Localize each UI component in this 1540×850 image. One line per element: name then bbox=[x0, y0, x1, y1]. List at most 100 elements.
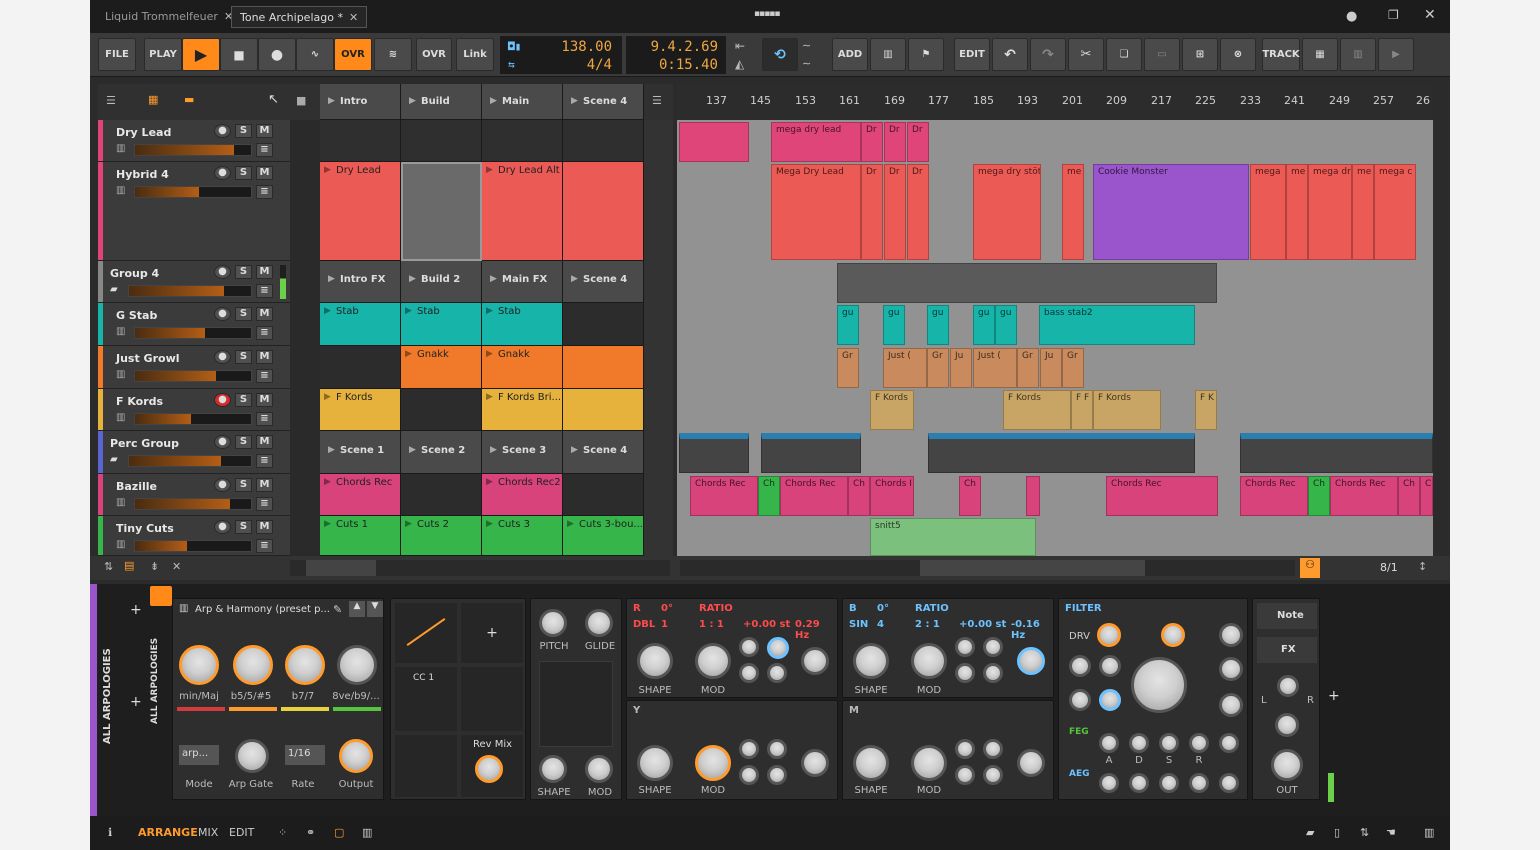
clip-stab[interactable]: Stab bbox=[401, 303, 482, 346]
small-knob[interactable] bbox=[739, 765, 759, 785]
arranger-clip[interactable]: gu bbox=[995, 305, 1017, 345]
arranger-clip[interactable]: Ch bbox=[959, 476, 981, 516]
cutoff-knob[interactable] bbox=[1131, 657, 1187, 713]
hz-value[interactable]: 0.29 Hz bbox=[795, 619, 837, 641]
width-knob[interactable] bbox=[1275, 713, 1299, 737]
arm-icon[interactable]: ● bbox=[214, 124, 231, 138]
level-knob[interactable] bbox=[1017, 749, 1045, 777]
timeline-ruler[interactable]: 137 145 153 161 169 177 185 193 201 209 … bbox=[677, 84, 1433, 120]
arm-icon[interactable]: ● bbox=[214, 478, 231, 492]
harmony-knob-2[interactable] bbox=[233, 645, 273, 685]
mute-button[interactable]: M bbox=[256, 520, 273, 534]
height-icon[interactable]: ↕ bbox=[1418, 560, 1427, 573]
group-clip-scene-3[interactable]: Scene 3 bbox=[482, 431, 563, 474]
clip-slot-selected[interactable] bbox=[401, 162, 482, 261]
clip-stab[interactable]: Stab bbox=[482, 303, 563, 346]
volume-meter[interactable] bbox=[134, 413, 252, 425]
arranger-clip[interactable]: F K bbox=[1195, 390, 1217, 430]
preset-name[interactable]: Arp & Harmony (preset p... bbox=[195, 604, 330, 615]
bars-icon[interactable]: ▥ bbox=[362, 826, 372, 839]
small-knob[interactable] bbox=[955, 637, 975, 657]
clip-overdub-button[interactable]: OVR bbox=[416, 38, 452, 71]
arrow-up-icon[interactable]: ▲ bbox=[349, 601, 365, 617]
group-clip-scene-4[interactable]: Scene 4 bbox=[563, 261, 644, 303]
ratio-value[interactable]: 2 : 1 bbox=[915, 619, 940, 630]
clip-slot-empty[interactable] bbox=[401, 120, 482, 162]
folder-icon[interactable]: ▰ bbox=[1306, 826, 1314, 839]
wrench-icon[interactable]: ✎ bbox=[333, 603, 342, 616]
volume-meter[interactable] bbox=[134, 327, 252, 339]
arranger-clip[interactable]: Gr bbox=[1017, 348, 1039, 388]
list-view-icon[interactable]: ▬ bbox=[184, 93, 194, 106]
stop-all-icon[interactable]: ■ bbox=[296, 94, 306, 107]
play-label-button[interactable]: PLAY bbox=[144, 38, 182, 71]
output-knob[interactable] bbox=[339, 739, 373, 773]
edit-button[interactable]: EDIT bbox=[954, 38, 990, 71]
clip-slot-empty[interactable] bbox=[482, 120, 563, 162]
arm-icon-active[interactable]: ● bbox=[214, 393, 231, 407]
clip-slot-empty[interactable] bbox=[401, 474, 482, 516]
filter-knob[interactable] bbox=[1161, 623, 1185, 647]
zoom-value[interactable]: 8/1 bbox=[1380, 561, 1398, 574]
arranger-clip[interactable]: Dr bbox=[884, 164, 906, 260]
feg-r-knob[interactable] bbox=[1189, 733, 1209, 753]
project-tab[interactable]: Liquid Trommelfeuer ✕ bbox=[97, 6, 241, 28]
harmony-knob-3[interactable] bbox=[285, 645, 325, 685]
mixer-icon[interactable]: ▥ bbox=[870, 38, 906, 71]
aeg-r-knob[interactable] bbox=[1189, 773, 1209, 793]
harmony-knob-4[interactable] bbox=[337, 645, 377, 685]
arranger-clip[interactable]: F Kords bbox=[870, 390, 914, 430]
file-button[interactable]: FILE bbox=[98, 38, 136, 71]
arranger-clip[interactable]: Chords Rec bbox=[690, 476, 758, 516]
small-knob[interactable] bbox=[739, 637, 759, 657]
add-device-icon[interactable]: + bbox=[1328, 688, 1340, 704]
track-menu-icon[interactable]: ≡ bbox=[256, 326, 273, 340]
arranger-clip[interactable]: Just ( bbox=[883, 348, 927, 388]
harmony-knob-1[interactable] bbox=[179, 645, 219, 685]
track-menu-icon[interactable]: ≡ bbox=[256, 539, 273, 553]
clip-cuts-3-bounce[interactable]: Cuts 3-bou... bbox=[563, 516, 644, 556]
arm-icon[interactable]: ● bbox=[214, 350, 231, 364]
duplicate-icon[interactable]: ⊞ bbox=[1182, 38, 1218, 71]
clip-cuts-2[interactable]: Cuts 2 bbox=[401, 516, 482, 556]
automation-icon[interactable]: ∿ bbox=[296, 38, 334, 71]
arranger-clip[interactable]: Chords Rec bbox=[780, 476, 848, 516]
arrange-view-tab[interactable]: ARRANGE bbox=[138, 826, 198, 839]
mute-button[interactable]: M bbox=[256, 435, 273, 449]
track-header-just-growl[interactable]: Just Growl ● S M ▥ ≡ bbox=[98, 346, 290, 389]
shape-knob[interactable] bbox=[853, 643, 889, 679]
mute-button[interactable]: M bbox=[256, 265, 273, 279]
small-knob[interactable] bbox=[739, 663, 759, 683]
arm-icon[interactable]: ● bbox=[214, 265, 231, 279]
loop-icon[interactable]: ⟲ bbox=[762, 38, 798, 71]
hz-value[interactable]: -0.16 Hz bbox=[1011, 619, 1053, 641]
arranger-clip[interactable]: C bbox=[1420, 476, 1433, 516]
arranger-clip[interactable]: Chords Rec bbox=[1240, 476, 1308, 516]
arranger-scrollbar[interactable] bbox=[680, 560, 1295, 576]
modulator-rev-mix[interactable]: Rev Mix bbox=[461, 735, 523, 797]
clip-slot-red[interactable] bbox=[563, 162, 644, 261]
small-knob[interactable] bbox=[739, 739, 759, 759]
group-clip-scene-4[interactable]: Scene 4 bbox=[563, 431, 644, 474]
aeg-a-knob[interactable] bbox=[1099, 773, 1119, 793]
arranger-clip[interactable]: Ju bbox=[1040, 348, 1062, 388]
punch-in-icon[interactable]: ⇤ bbox=[735, 39, 745, 53]
arranger-clip[interactable]: mega dry lead bbox=[771, 122, 861, 162]
redo-icon[interactable]: ↷ bbox=[1030, 38, 1066, 71]
arranger-clip[interactable]: Dr bbox=[861, 164, 883, 260]
arranger-clip[interactable]: Gr bbox=[927, 348, 949, 388]
shape-knob[interactable] bbox=[637, 745, 673, 781]
close-icon[interactable]: ✕ bbox=[349, 11, 358, 24]
track-header-f-kords[interactable]: F Kords ● S M ▥ ≡ bbox=[98, 389, 290, 431]
volume-meter[interactable] bbox=[128, 455, 252, 467]
arrow-down-icon[interactable]: ▼ bbox=[367, 601, 383, 617]
track-flag-icon[interactable]: ▶ bbox=[1378, 38, 1414, 71]
volume-meter[interactable] bbox=[134, 186, 252, 198]
arranger-clip[interactable]: Gr bbox=[1062, 348, 1084, 388]
flag-icon[interactable]: ⚑ bbox=[908, 38, 944, 71]
arm-icon[interactable]: ● bbox=[214, 166, 231, 180]
clip-chords-rec2[interactable]: Chords Rec2 bbox=[482, 474, 563, 516]
clip-gnakk[interactable]: Gnakk bbox=[401, 346, 482, 389]
clip-f-kords-bri[interactable]: F Kords Bri... bbox=[482, 389, 563, 431]
audio-clip-cookie-monster[interactable]: Cookie Monster bbox=[1093, 164, 1249, 260]
